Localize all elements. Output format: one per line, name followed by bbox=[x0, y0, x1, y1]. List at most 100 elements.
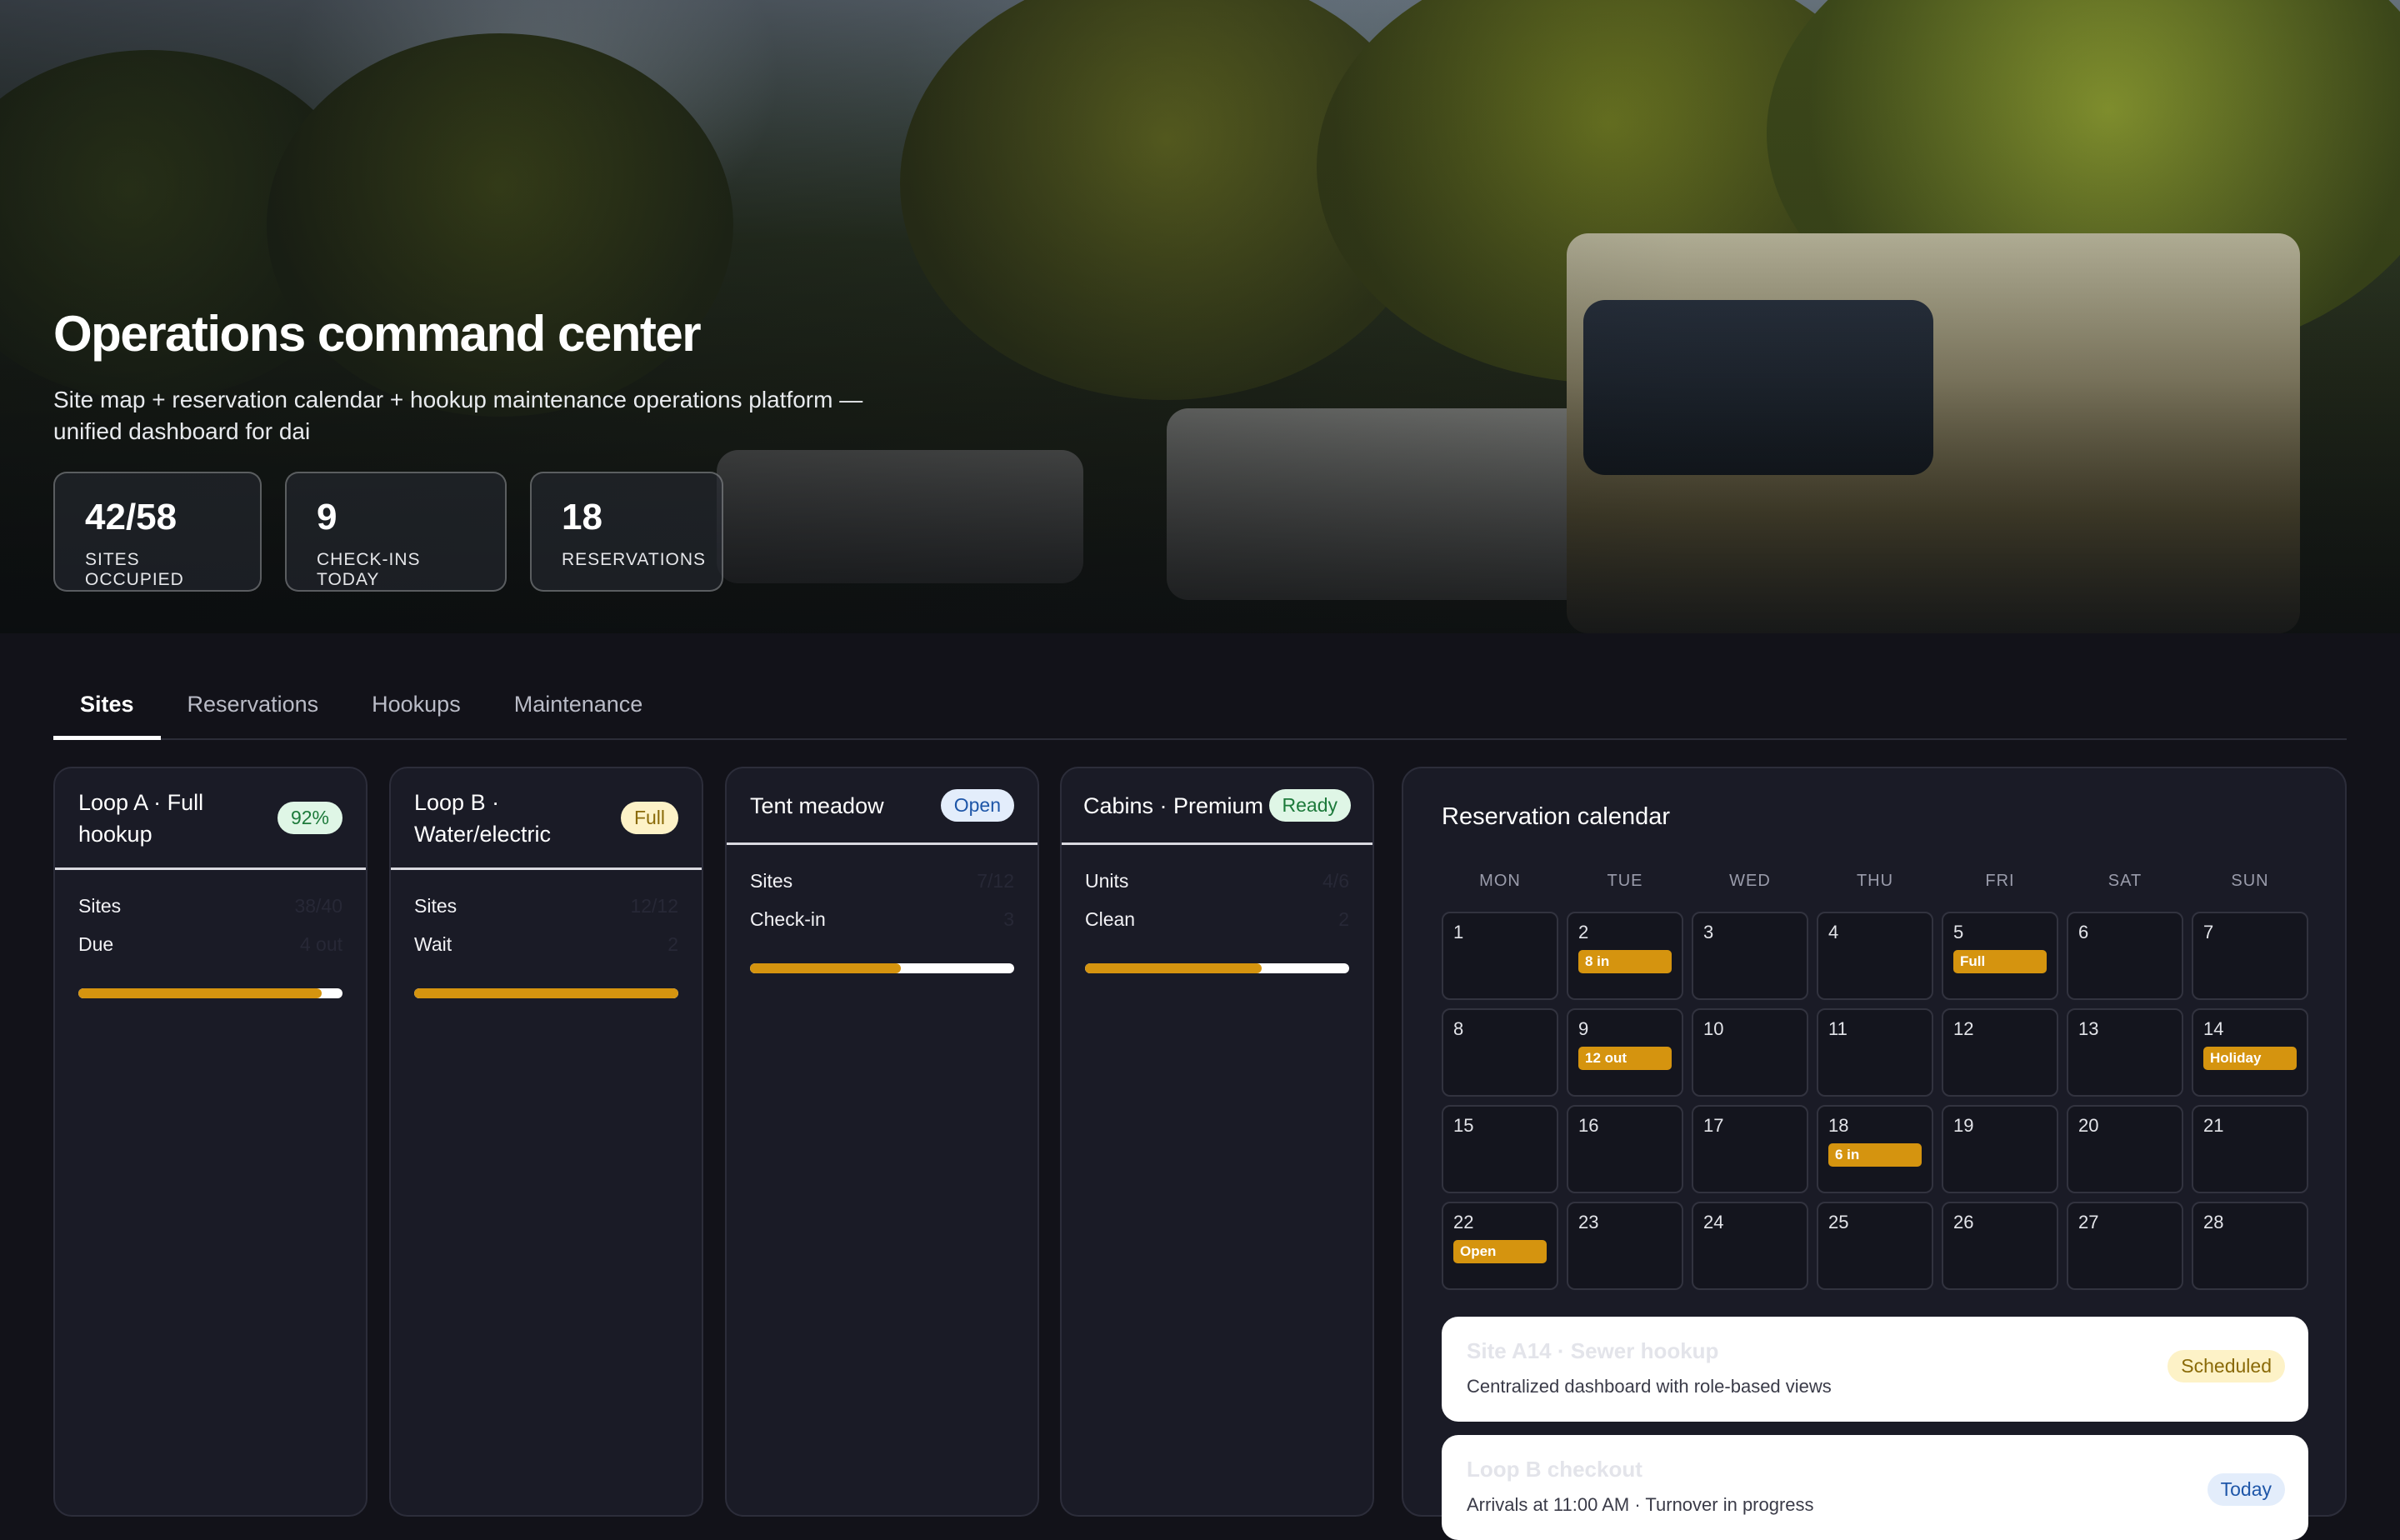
task-card[interactable]: Site A14 · Sewer hookup Centralized dash… bbox=[1442, 1317, 2308, 1422]
calendar-day[interactable]: 1 bbox=[1442, 912, 1558, 1000]
day-number: 27 bbox=[2078, 1212, 2099, 1232]
status-badge: Today bbox=[2207, 1473, 2285, 1506]
site-card-loop-b[interactable]: Loop B · Water/electric Full Sites 12/12 … bbox=[389, 767, 703, 1517]
day-number: 3 bbox=[1703, 922, 1714, 942]
day-number: 25 bbox=[1828, 1212, 1849, 1232]
calendar-day[interactable]: 22 Open bbox=[1442, 1202, 1558, 1290]
calendar-day[interactable]: 17 bbox=[1692, 1105, 1808, 1193]
weekday-label: SUN bbox=[2231, 872, 2269, 890]
row-value: 2 bbox=[1338, 908, 1349, 930]
stat-value: 9 bbox=[317, 497, 338, 538]
progress-fill bbox=[414, 988, 678, 998]
site-card-tent-meadow[interactable]: Tent meadow Open Sites 7/12 Check-in 3 bbox=[725, 767, 1039, 1517]
event-chip[interactable]: 6 in bbox=[1828, 1143, 1922, 1167]
weekday-label: MON bbox=[1479, 872, 1521, 890]
weekday-label: THU bbox=[1856, 872, 1894, 890]
stat-label: CHECK-INS TODAY bbox=[317, 550, 421, 589]
stat-value: 42/58 bbox=[85, 497, 178, 538]
tab-maintenance[interactable]: Maintenance bbox=[488, 675, 670, 740]
calendar-day[interactable]: 4 bbox=[1817, 912, 1933, 1000]
calendar-day[interactable]: 19 bbox=[1942, 1105, 2058, 1193]
calendar-day[interactable]: 10 bbox=[1692, 1008, 1808, 1097]
calendar-day[interactable]: 27 bbox=[2067, 1202, 2183, 1290]
stat-row: Sites 7/12 bbox=[750, 870, 1014, 908]
calendar-day[interactable]: 18 6 in bbox=[1817, 1105, 1933, 1193]
stat-row: Check-in 3 bbox=[750, 908, 1014, 947]
status-badge: Scheduled bbox=[2168, 1350, 2285, 1382]
event-chip[interactable]: 8 in bbox=[1578, 950, 1672, 973]
event-chip[interactable]: Full bbox=[1953, 950, 2047, 973]
hero-banner: Operations command center Site map + res… bbox=[0, 0, 2400, 633]
status-badge: Full bbox=[620, 802, 678, 834]
calendar-day[interactable]: 15 bbox=[1442, 1105, 1558, 1193]
card-header: Loop A · Full hookup 92% bbox=[55, 768, 366, 870]
calendar-day[interactable]: 6 bbox=[2067, 912, 2183, 1000]
calendar-day[interactable]: 28 bbox=[2192, 1202, 2308, 1290]
progress-bar bbox=[414, 988, 678, 998]
stat-row: Due 4 out bbox=[78, 933, 342, 972]
card-header: Cabins · Premium Ready bbox=[1062, 768, 1372, 845]
calendar-day[interactable]: 16 bbox=[1567, 1105, 1683, 1193]
calendar-day[interactable]: 24 bbox=[1692, 1202, 1808, 1290]
day-number: 26 bbox=[1953, 1212, 1974, 1232]
task-description: Centralized dashboard with role-based vi… bbox=[1467, 1376, 1832, 1397]
status-badge: 92% bbox=[277, 802, 342, 834]
task-card[interactable]: Loop B checkout Arrivals at 11:00 AM · T… bbox=[1442, 1435, 2308, 1540]
day-number: 4 bbox=[1828, 922, 1839, 942]
day-number: 12 bbox=[1953, 1018, 1974, 1039]
site-card-cabins[interactable]: Cabins · Premium Ready Units 4/6 Clean 2 bbox=[1060, 767, 1374, 1517]
event-chip[interactable]: 12 out bbox=[1578, 1047, 1672, 1070]
row-label: Clean bbox=[1085, 908, 1136, 930]
calendar-day[interactable]: 9 12 out bbox=[1567, 1008, 1683, 1097]
day-number: 18 bbox=[1828, 1115, 1849, 1136]
card-header: Tent meadow Open bbox=[727, 768, 1038, 845]
card-body: Sites 38/40 Due 4 out bbox=[55, 870, 366, 998]
row-label: Check-in bbox=[750, 908, 826, 930]
card-body: Sites 12/12 Wait 2 bbox=[391, 870, 702, 998]
stat-label: SITES OCCUPIED bbox=[85, 550, 184, 589]
day-number: 21 bbox=[2203, 1115, 2224, 1136]
calendar-day[interactable]: 21 bbox=[2192, 1105, 2308, 1193]
stat-row: Sites 38/40 bbox=[78, 895, 342, 933]
calendar-day[interactable]: 7 bbox=[2192, 912, 2308, 1000]
calendar-day[interactable]: 25 bbox=[1817, 1202, 1933, 1290]
calendar-day[interactable]: 8 bbox=[1442, 1008, 1558, 1097]
row-label: Wait bbox=[414, 933, 452, 955]
calendar-day[interactable]: 12 bbox=[1942, 1008, 2058, 1097]
tab-hookups[interactable]: Hookups bbox=[345, 675, 488, 740]
day-number: 15 bbox=[1453, 1115, 1474, 1136]
row-value: 2 bbox=[668, 933, 678, 955]
calendar-day[interactable]: 26 bbox=[1942, 1202, 2058, 1290]
day-number: 2 bbox=[1578, 922, 1589, 942]
stat-value: 18 bbox=[562, 497, 602, 538]
calendar-day[interactable]: 5 Full bbox=[1942, 912, 2058, 1000]
event-chip[interactable]: Holiday bbox=[2203, 1047, 2297, 1070]
calendar-day[interactable]: 23 bbox=[1567, 1202, 1683, 1290]
calendar-day[interactable]: 2 8 in bbox=[1567, 912, 1683, 1000]
calendar-day[interactable]: 3 bbox=[1692, 912, 1808, 1000]
row-value: 4 out bbox=[299, 933, 342, 955]
day-number: 16 bbox=[1578, 1115, 1599, 1136]
card-header: Loop B · Water/electric Full bbox=[391, 768, 702, 870]
calendar-day[interactable]: 20 bbox=[2067, 1105, 2183, 1193]
row-label: Sites bbox=[414, 895, 458, 917]
row-value: 3 bbox=[1003, 908, 1014, 930]
hero-text: Operations command center Site map + res… bbox=[53, 305, 937, 448]
card-title: Loop A · Full hookup bbox=[78, 789, 204, 847]
page-title: Operations command center bbox=[53, 306, 702, 362]
calendar-title: Reservation calendar bbox=[1442, 803, 1671, 830]
calendar-day[interactable]: 11 bbox=[1817, 1008, 1933, 1097]
calendar-day[interactable]: 14 Holiday bbox=[2192, 1008, 2308, 1097]
day-number: 22 bbox=[1453, 1212, 1474, 1232]
calendar-day[interactable]: 13 bbox=[2067, 1008, 2183, 1097]
tab-reservations[interactable]: Reservations bbox=[161, 675, 346, 740]
stat-row: Clean 2 bbox=[1085, 908, 1349, 947]
tab-bar: Sites Reservations Hookups Maintenance bbox=[53, 675, 2347, 740]
tab-sites[interactable]: Sites bbox=[53, 675, 161, 740]
day-number: 24 bbox=[1703, 1212, 1724, 1232]
stat-row: Units 4/6 bbox=[1085, 870, 1349, 908]
page-subtitle: Site map + reservation calendar + hookup… bbox=[53, 387, 863, 444]
site-card-loop-a[interactable]: Loop A · Full hookup 92% Sites 38/40 Due 4… bbox=[53, 767, 368, 1517]
event-chip[interactable]: Open bbox=[1453, 1240, 1547, 1263]
card-body: Units 4/6 Clean 2 bbox=[1062, 845, 1372, 973]
